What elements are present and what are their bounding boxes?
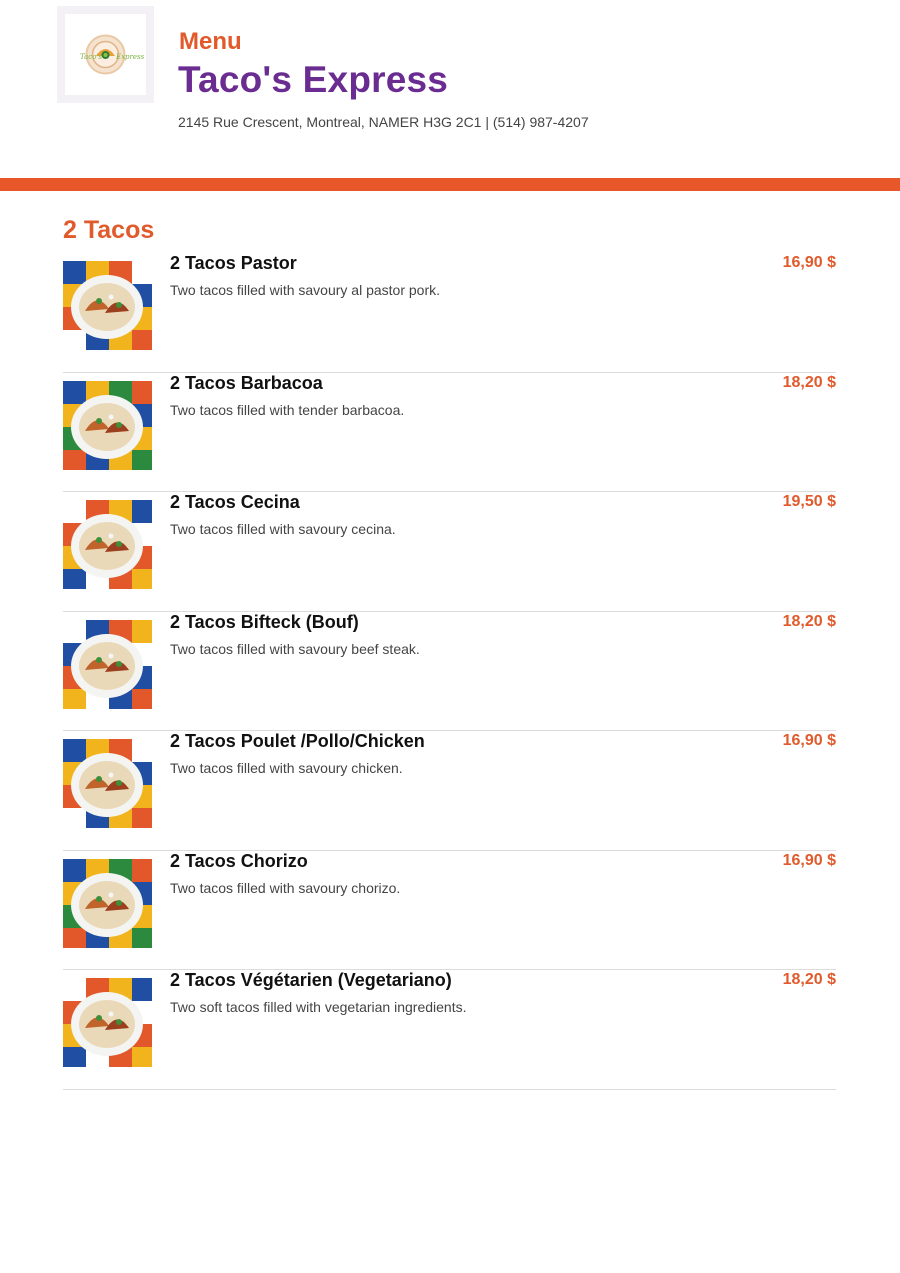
menu-item-photo bbox=[63, 858, 152, 948]
menu-item-name: 2 Tacos Végétarien (Vegetariano) bbox=[170, 970, 452, 990]
menu-item-price: 16,90 $ bbox=[782, 732, 836, 749]
menu-item-name: 2 Tacos Barbacoa bbox=[170, 372, 323, 393]
menu-item-description: Two soft tacos filled with vegetarian in… bbox=[170, 999, 467, 1015]
menu-item-list: 2 Tacos Pastor Two tacos filled with savo… bbox=[63, 253, 836, 1090]
menu-item: 2 Tacos Barbacoa Two tacos filled with te… bbox=[63, 372, 836, 492]
menu-item-description: Two tacos filled with savoury cecina. bbox=[170, 521, 396, 537]
restaurant-name: Taco's Express bbox=[178, 59, 449, 100]
menu-item-description: Two tacos filled with savoury chorizo. bbox=[170, 879, 401, 896]
menu-item-name: 2 Tacos Poulet /Pollo/Chicken bbox=[170, 731, 425, 751]
menu-item-photo bbox=[63, 261, 152, 350]
menu-item-photo bbox=[63, 978, 152, 1067]
menu-item-photo bbox=[63, 380, 152, 470]
section-title: 2 Tacos bbox=[63, 216, 155, 244]
restaurant-address: 2145 Rue Crescent, Montreal, NAMER H3G 2… bbox=[178, 114, 589, 130]
menu-label: Menu bbox=[179, 28, 242, 55]
menu-item-name: 2 Tacos Pastor bbox=[170, 253, 297, 273]
menu-item: 2 Tacos Chorizo Two tacos filled with sav… bbox=[63, 850, 836, 970]
menu-item: 2 Tacos Pastor Two tacos filled with savo… bbox=[63, 253, 836, 373]
menu-item-description: Two tacos filled with savoury beef steak… bbox=[170, 640, 420, 657]
menu-item-price: 16,90 $ bbox=[782, 851, 836, 869]
menu-header: Taco's Express Menu Taco's Express 2145 … bbox=[0, 0, 900, 178]
svg-text:Express: Express bbox=[115, 53, 145, 61]
menu-item-name: 2 Tacos Cecina bbox=[170, 492, 300, 512]
menu-item-name: 2 Tacos Chorizo bbox=[170, 850, 308, 871]
menu-item-price: 18,20 $ bbox=[782, 373, 836, 391]
menu-item-price: 18,20 $ bbox=[782, 612, 836, 630]
menu-item-photo bbox=[63, 619, 152, 709]
menu-item-description: Two tacos filled with savoury al pastor … bbox=[170, 282, 441, 298]
menu-item-photo bbox=[63, 739, 152, 828]
menu-item-price: 19,50 $ bbox=[782, 493, 836, 510]
menu-item: 2 Tacos Poulet /Pollo/Chicken Two tacos f… bbox=[63, 731, 836, 851]
header-divider bbox=[0, 178, 900, 191]
menu-item-description: Two tacos filled with tender barbacoa. bbox=[170, 401, 405, 418]
menu-item: 2 Tacos Cecina Two tacos filled with savo… bbox=[63, 492, 836, 612]
restaurant-logo: Taco's Express bbox=[57, 6, 154, 103]
menu-item-photo bbox=[63, 500, 152, 589]
menu-item-description: Two tacos filled with savoury chicken. bbox=[170, 760, 403, 776]
svg-text:Taco's: Taco's bbox=[80, 53, 102, 61]
menu-item: 2 Tacos Bifteck (Bouf) Two tacos filled w… bbox=[63, 611, 836, 731]
menu-item-name: 2 Tacos Bifteck (Bouf) bbox=[170, 611, 359, 632]
menu-item-price: 16,90 $ bbox=[782, 254, 836, 271]
menu-item-price: 18,20 $ bbox=[782, 971, 836, 988]
menu-item: 2 Tacos Végétarien (Vegetariano) Two soft… bbox=[63, 970, 836, 1090]
